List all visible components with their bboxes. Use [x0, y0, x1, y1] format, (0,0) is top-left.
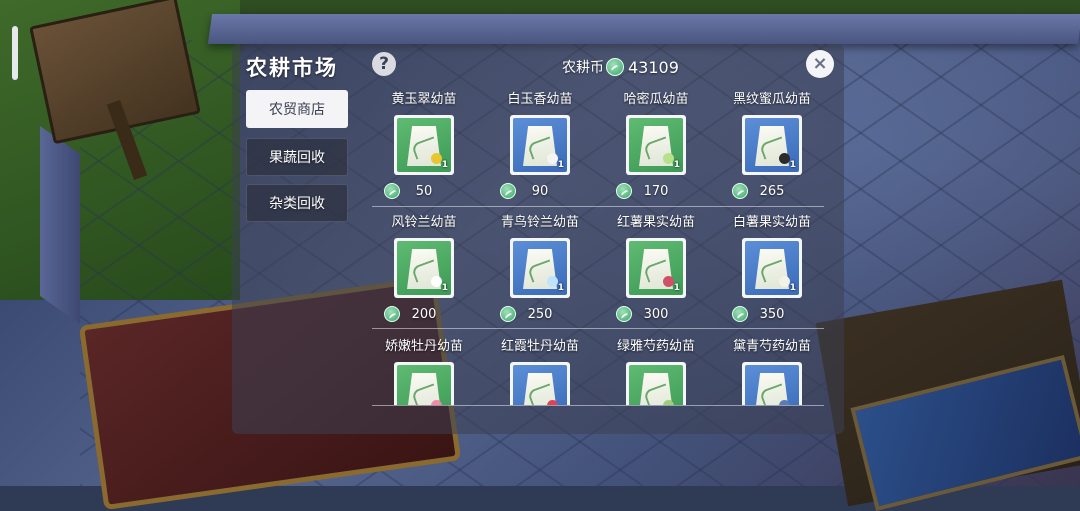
stone-wall	[207, 14, 1080, 44]
price-value: 90	[531, 183, 549, 199]
item-name: 白薯果实幼苗	[732, 215, 811, 230]
farm-coin-icon	[606, 58, 624, 76]
seedling-item[interactable]: 黄玉翠幼苗 1 50	[366, 91, 482, 211]
item-name: 黛青芍药幼苗	[732, 339, 811, 354]
seedling-item[interactable]: 白薯果实幼苗 1 350	[714, 214, 830, 334]
item-name: 红薯果实幼苗	[616, 215, 695, 230]
fruit-icon	[663, 276, 674, 287]
fruit-icon	[663, 400, 674, 405]
currency-amount: 43109	[628, 57, 679, 77]
fruit-icon	[547, 153, 558, 164]
item-quantity: 1	[789, 283, 796, 293]
seed-pack-icon: 1	[742, 238, 802, 298]
seedling-item[interactable]: 青鸟铃兰幼苗 1 250	[482, 214, 598, 334]
fruit-icon	[779, 153, 790, 164]
fruit-icon	[431, 400, 442, 405]
seedling-item[interactable]: 娇嫩牡丹幼苗	[366, 338, 482, 405]
price-value: 250	[527, 306, 553, 322]
item-name: 黑纹蜜瓜幼苗	[732, 92, 811, 107]
row-divider	[372, 405, 824, 406]
item-name: 娇嫩牡丹幼苗	[384, 339, 463, 354]
seed-pack-icon: 1	[510, 238, 570, 298]
seedling-item[interactable]: 红薯果实幼苗 1 300	[598, 214, 714, 334]
currency-display: 农耕币 43109	[562, 56, 679, 78]
price-value: 350	[759, 306, 785, 322]
page-title: 农耕市场	[246, 56, 338, 80]
seedling-item[interactable]: 黑纹蜜瓜幼苗 1 265	[714, 91, 830, 211]
currency-label: 农耕币	[562, 60, 604, 76]
farm-coin-icon	[616, 306, 632, 322]
farm-coin-icon	[500, 183, 516, 199]
item-price: 50	[366, 181, 482, 201]
item-price: 90	[482, 181, 598, 201]
item-price: 265	[714, 181, 830, 201]
fruit-icon	[547, 276, 558, 287]
seedling-item[interactable]: 黛青芍药幼苗	[714, 338, 830, 405]
seed-pack-icon	[394, 362, 454, 405]
fruit-icon	[779, 400, 790, 405]
farm-coin-icon	[732, 306, 748, 322]
close-icon: ×	[812, 53, 828, 74]
tab-misc-recycle[interactable]: 杂类回收	[246, 184, 348, 222]
price-value: 170	[643, 183, 669, 199]
price-value: 50	[415, 183, 433, 199]
price-value: 300	[643, 306, 669, 322]
item-name: 哈密瓜幼苗	[623, 92, 689, 107]
item-quantity: 1	[673, 283, 680, 293]
item-name: 风铃兰幼苗	[391, 215, 457, 230]
seedling-item[interactable]: 白玉香幼苗 1 90	[482, 91, 598, 211]
farm-coin-icon	[384, 183, 400, 199]
seed-pack-icon: 1	[394, 115, 454, 175]
price-value: 265	[759, 183, 785, 199]
item-quantity: 1	[789, 160, 796, 170]
fruit-icon	[547, 400, 558, 405]
seed-pack-icon: 1	[394, 238, 454, 298]
tab-farm-shop[interactable]: 农贸商店	[246, 90, 348, 128]
item-price: 350	[714, 304, 830, 324]
farm-coin-icon	[616, 183, 632, 199]
fruit-icon	[431, 276, 442, 287]
close-button[interactable]: ×	[806, 50, 834, 78]
item-name: 白玉香幼苗	[507, 92, 573, 107]
help-icon[interactable]: ?	[372, 52, 396, 76]
seedling-item[interactable]: 红霞牡丹幼苗	[482, 338, 598, 405]
item-quantity: 1	[441, 283, 448, 293]
seedling-item[interactable]: 风铃兰幼苗 1 200	[366, 214, 482, 334]
item-name: 绿雅芍药幼苗	[616, 339, 695, 354]
side-drawer-handle[interactable]	[12, 26, 18, 80]
item-price: 200	[366, 304, 482, 324]
price-value: 200	[411, 306, 437, 322]
tab-produce-recycle[interactable]: 果蔬回收	[246, 138, 348, 176]
seed-pack-icon	[626, 362, 686, 405]
farm-coin-icon	[732, 183, 748, 199]
item-name: 黄玉翠幼苗	[391, 92, 457, 107]
farm-coin-icon	[384, 306, 400, 322]
seed-pack-icon	[510, 362, 570, 405]
item-quantity: 1	[673, 160, 680, 170]
item-name: 红霞牡丹幼苗	[500, 339, 579, 354]
seed-pack-icon: 1	[626, 115, 686, 175]
item-price: 170	[598, 181, 714, 201]
seed-pack-icon: 1	[626, 238, 686, 298]
item-price: 300	[598, 304, 714, 324]
farm-coin-icon	[500, 306, 516, 322]
item-quantity: 1	[557, 283, 564, 293]
fruit-icon	[431, 153, 442, 164]
item-name: 青鸟铃兰幼苗	[500, 215, 579, 230]
seed-pack-icon: 1	[510, 115, 570, 175]
fruit-icon	[779, 276, 790, 287]
seedling-item[interactable]: 哈密瓜幼苗 1 170	[598, 91, 714, 211]
stone-wall-left	[40, 125, 80, 325]
item-quantity: 1	[441, 160, 448, 170]
seed-pack-icon	[742, 362, 802, 405]
item-price: 250	[482, 304, 598, 324]
seedling-item[interactable]: 绿雅芍药幼苗	[598, 338, 714, 405]
seed-pack-icon: 1	[742, 115, 802, 175]
item-quantity: 1	[557, 160, 564, 170]
fruit-icon	[663, 153, 674, 164]
